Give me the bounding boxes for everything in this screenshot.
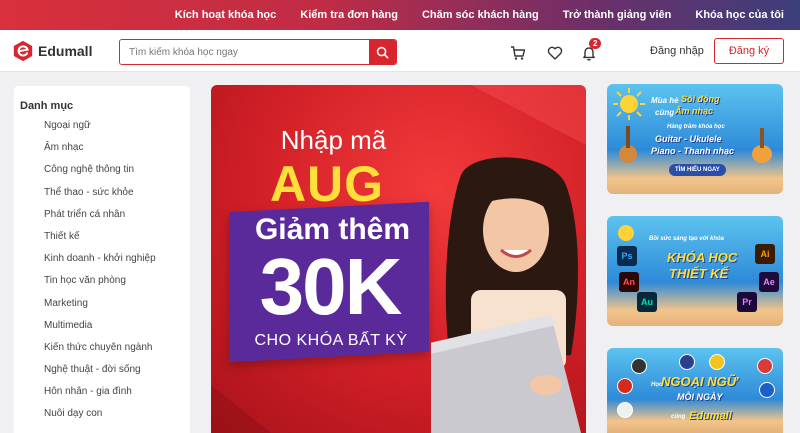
usa-flag-icon <box>757 358 773 374</box>
topnav-customer-care[interactable]: Chăm sóc khách hàng <box>422 9 539 21</box>
promo1-line1: Guitar - Ukulele <box>655 134 722 144</box>
promo1-heading-a: Mùa hè <box>651 96 679 105</box>
topnav-become-instructor[interactable]: Trở thành giảng viên <box>563 9 672 21</box>
premiere-icon: Pr <box>737 292 757 312</box>
sun-icon <box>618 225 634 241</box>
category-item-marketing[interactable]: Marketing <box>20 293 190 315</box>
category-item-am-nhac[interactable]: Âm nhạc <box>20 137 190 159</box>
promo1-heading-c: cùng <box>655 108 675 117</box>
category-list: Ngoại ngữ Âm nhạc Công nghệ thông tin Th… <box>20 115 190 426</box>
topnav-check-order[interactable]: Kiểm tra đơn hàng <box>300 9 398 21</box>
category-item-the-thao[interactable]: Thể thao - sức khỏe <box>20 182 190 204</box>
promo-design-banner[interactable]: Bồi sức sáng tạo với khóa KHÓA HỌC THIẾT… <box>607 216 783 326</box>
photoshop-icon: Ps <box>617 246 637 266</box>
france-flag-icon <box>759 382 775 398</box>
main-header: Edumall 2 Đăng nhập Đăng ký <box>0 30 800 72</box>
search-icon <box>376 46 389 58</box>
edumall-logo-icon <box>13 40 33 62</box>
promo-music-banner[interactable]: Mùa hè Sôi động cùng Âm nhạc Hàng trăm k… <box>607 84 783 194</box>
banner-enter-code: Nhập mã <box>280 125 387 155</box>
logo-text: Edumall <box>38 43 93 59</box>
top-navigation: Kích hoạt khóa học Kiểm tra đơn hàng Chă… <box>0 0 800 30</box>
promo2-tagline: Bồi sức sáng tạo với khóa <box>649 236 724 242</box>
category-item-multimedia[interactable]: Multimedia <box>20 315 190 337</box>
germany-flag-icon <box>631 358 647 374</box>
belgium-flag-icon <box>709 354 725 370</box>
logo[interactable]: Edumall <box>12 40 92 62</box>
promo1-sub: Hàng trăm khóa học <box>667 124 725 130</box>
sun-icon <box>613 88 645 120</box>
topnav-activate-course[interactable]: Kích hoạt khóa học <box>175 9 276 21</box>
promo2-line2: THIẾT KẾ <box>669 266 729 281</box>
guitar-icon <box>619 126 637 163</box>
category-item-tin-hoc[interactable]: Tin học văn phòng <box>20 270 190 292</box>
ukulele-icon <box>752 128 772 163</box>
cart-icon[interactable] <box>510 45 526 61</box>
category-item-thiet-ke[interactable]: Thiết kế <box>20 226 190 248</box>
search-input[interactable] <box>120 40 369 64</box>
notification-badge: 2 <box>589 38 602 49</box>
promo1-heading-b: Sôi động <box>681 94 720 104</box>
promo3-line1: NGOẠI NGỮ <box>661 374 738 389</box>
illustrator-icon: Ai <box>755 244 775 264</box>
audition-icon: Au <box>637 292 657 312</box>
promo1-line2: Piano - Thanh nhạc <box>651 146 735 156</box>
promo-language-banner[interactable]: Học NGOẠI NGỮ MỖI NGÀY cùng Edumall <box>607 348 783 433</box>
category-item-phat-trien[interactable]: Phát triển cá nhân <box>20 204 190 226</box>
category-item-nghe-thuat[interactable]: Nghệ thuật - đời sống <box>20 359 190 381</box>
sidebar-title: Danh mục <box>20 100 74 112</box>
main-promo-banner[interactable]: Nhập mã AUG Giảm thêm 30K CHO KHÓA BẤT K… <box>211 85 586 433</box>
category-item-kien-thuc[interactable]: Kiến thức chuyên ngành <box>20 337 190 359</box>
uk-flag-icon <box>679 354 695 370</box>
search-button[interactable] <box>369 40 396 64</box>
banner-code: AUG <box>269 156 385 212</box>
after-effects-icon: Ae <box>759 272 779 292</box>
promo1-heading-d: Âm nhạc <box>675 106 714 116</box>
category-item-nuoi-day-con[interactable]: Nuôi dạy con <box>20 403 190 425</box>
korea-flag-icon <box>617 402 633 418</box>
search-bar <box>119 39 397 65</box>
category-item-hon-nhan[interactable]: Hôn nhân - gia đình <box>20 381 190 403</box>
promo1-learn-more-button[interactable]: TÌM HIỂU NGAY <box>669 164 726 176</box>
category-item-ngoai-ngu[interactable]: Ngoại ngữ <box>20 115 190 137</box>
banner-any-course: CHO KHÓA BẤT KỲ <box>254 332 408 349</box>
signup-button[interactable]: Đăng ký <box>714 38 784 64</box>
category-sidebar: Danh mục Ngoại ngữ Âm nhạc Công nghệ thô… <box>14 86 190 433</box>
promo3-brand: Edumall <box>689 410 732 422</box>
canada-flag-icon <box>617 378 633 394</box>
topnav-my-courses[interactable]: Khóa học của tôi <box>695 9 784 21</box>
category-item-kinh-doanh[interactable]: Kinh doanh - khởi nghiệp <box>20 248 190 270</box>
heart-icon[interactable] <box>547 45 563 61</box>
woman-with-laptop-image <box>431 157 581 433</box>
banner-discount-amount: 30K <box>259 242 403 331</box>
login-link[interactable]: Đăng nhập <box>650 45 704 57</box>
promo2-line1: KHÓA HỌC <box>667 250 738 265</box>
animate-icon: An <box>619 272 639 292</box>
promo3-line2: MỖI NGÀY <box>677 392 723 402</box>
promo3-brand-prefix: cùng <box>671 414 686 420</box>
category-item-cntt[interactable]: Công nghệ thông tin <box>20 159 190 181</box>
